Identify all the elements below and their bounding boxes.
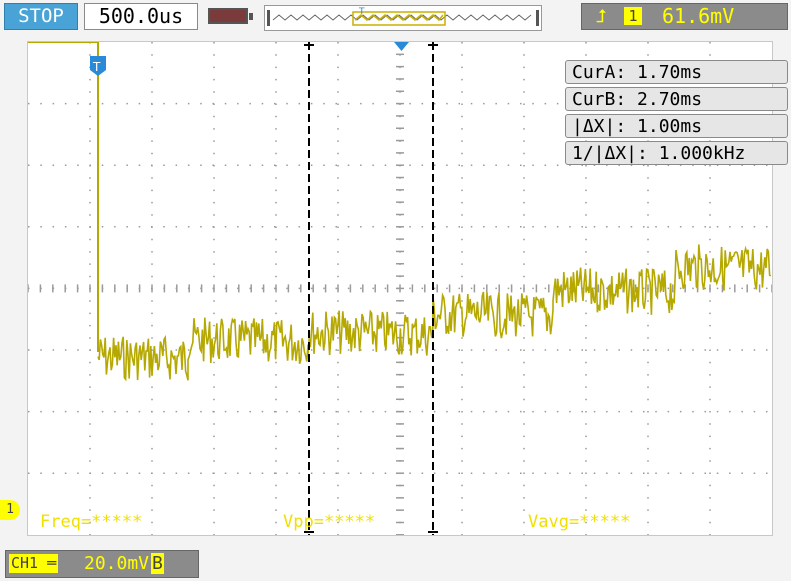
dc-coupling-icon: ═ <box>38 554 57 572</box>
delta-x-readout: |ΔX|: 1.00ms <box>565 114 788 138</box>
channel-ground-marker[interactable]: 1 <box>0 500 20 520</box>
channel-1-trace-pretrigger <box>28 42 99 352</box>
frequency-measurement: Freq=***** <box>40 512 143 532</box>
cursor-b-readout: CurB: 2.70ms <box>565 87 788 111</box>
memory-waveform-preview: T <box>267 7 539 26</box>
vavg-measurement: Vavg=***** <box>528 512 631 532</box>
timebase-readout[interactable]: 500.0us <box>84 3 198 30</box>
channel-1-trace <box>97 244 772 382</box>
channel-1-settings[interactable]: CH1 ═ 20.0mV B <box>5 550 199 578</box>
inverse-delta-x-readout: 1/|ΔX|: 1.000kHz <box>565 141 788 165</box>
battery-icon <box>208 8 253 24</box>
bandwidth-limit-badge: B <box>151 553 164 574</box>
trigger-level-readout: 61.6mV <box>662 4 735 28</box>
waveform-display[interactable]: T CurA: 1.70ms CurB: 2.70ms |ΔX|: 1.00ms… <box>27 41 788 536</box>
trigger-status[interactable]: ⮥ 1 61.6mV <box>581 3 788 30</box>
channel-scale-readout: 20.0mV B <box>84 553 164 574</box>
trigger-position-marker[interactable]: T <box>90 56 106 76</box>
memory-position-bar[interactable]: T <box>264 5 542 31</box>
center-marker-icon <box>394 42 409 51</box>
trigger-source-badge: 1 <box>624 7 642 25</box>
channel-bar: CH1 ═ 20.0mV B <box>0 546 791 581</box>
rising-edge-icon: ⮥ <box>596 6 607 27</box>
svg-text:T: T <box>92 60 101 74</box>
vpp-measurement: Vpp=***** <box>283 512 376 532</box>
status-bar: STOP 500.0us T ⮥ 1 61.6mV <box>0 0 791 34</box>
memory-trigger-icon: T <box>358 7 365 17</box>
cursor-a-readout: CurA: 1.70ms <box>565 60 788 84</box>
channel-label: CH1 ═ <box>9 554 59 573</box>
run-stop-status[interactable]: STOP <box>4 3 78 30</box>
